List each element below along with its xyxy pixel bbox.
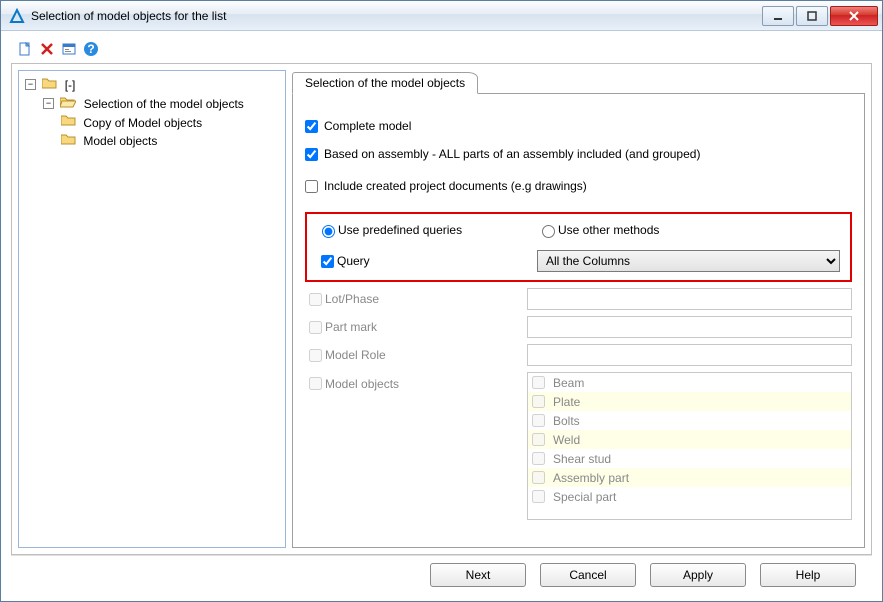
row-lot-phase: Lot/Phase: [305, 288, 852, 310]
next-button[interactable]: Next: [430, 563, 526, 587]
toolbar: ?: [11, 39, 872, 63]
radio-use-predefined[interactable]: [322, 225, 335, 238]
checkbox-lot-phase: [309, 293, 322, 306]
row-include-docs: Include created project documents (e.g d…: [305, 172, 852, 200]
svg-text:?: ?: [87, 42, 94, 56]
help-icon[interactable]: ?: [83, 41, 99, 57]
properties-icon[interactable]: [61, 41, 77, 57]
help-button[interactable]: Help: [760, 563, 856, 587]
dialog-window: Selection of model objects for the list …: [0, 0, 883, 602]
label-lot-phase: Lot/Phase: [325, 292, 379, 306]
content-panel: Selection of the model objects Complete …: [292, 70, 865, 548]
tab-body: Complete model Based on assembly - ALL p…: [292, 94, 865, 548]
list-item-check: [532, 471, 545, 484]
folder-closed-icon: [61, 132, 76, 150]
radio-use-other[interactable]: [542, 225, 555, 238]
list-item-check: [532, 395, 545, 408]
list-item-check: [532, 490, 545, 503]
window-title: Selection of model objects for the list: [31, 9, 226, 23]
apply-button[interactable]: Apply: [650, 563, 746, 587]
checkbox-model-objects: [309, 377, 322, 390]
row-based-on-assembly: Based on assembly - ALL parts of an asse…: [305, 140, 852, 168]
tree-panel: − [-] − Sele: [18, 70, 286, 548]
tab-selection[interactable]: Selection of the model objects: [292, 72, 478, 94]
row-complete-model: Complete model: [305, 112, 852, 140]
list-item-check: [532, 452, 545, 465]
button-bar: Next Cancel Apply Help: [11, 555, 872, 593]
panels: − [-] − Sele: [11, 63, 872, 555]
tree: − [-] − Sele: [23, 75, 281, 150]
row-query: Query All the Columns: [317, 250, 840, 272]
minimize-button[interactable]: [762, 6, 794, 26]
list-item[interactable]: Special part: [528, 487, 851, 506]
collapse-icon[interactable]: −: [25, 79, 36, 90]
list-item-check: [532, 414, 545, 427]
list-item[interactable]: Assembly part: [528, 468, 851, 487]
checkbox-include-docs[interactable]: [305, 180, 318, 193]
list-item-check: [532, 433, 545, 446]
tree-root[interactable]: − [-] − Sele: [25, 75, 281, 150]
label-part-mark: Part mark: [325, 320, 377, 334]
delete-icon[interactable]: [39, 41, 55, 57]
app-icon: [9, 8, 25, 24]
label-model-role: Model Role: [325, 348, 386, 362]
label-include-docs: Include created project documents (e.g d…: [324, 179, 587, 193]
folder-closed-icon: [42, 76, 57, 94]
client-area: ? − [-] −: [1, 31, 882, 601]
list-item[interactable]: Beam: [528, 373, 851, 392]
row-query-mode: Use predefined queries Use other methods: [317, 222, 840, 238]
folder-open-icon: [60, 95, 76, 113]
label-based-on-assembly: Based on assembly - ALL parts of an asse…: [324, 147, 804, 161]
titlebar: Selection of model objects for the list: [1, 1, 882, 31]
collapse-icon[interactable]: −: [43, 98, 54, 109]
input-part-mark: [527, 316, 852, 338]
maximize-button[interactable]: [796, 6, 828, 26]
combo-query[interactable]: All the Columns: [537, 250, 840, 272]
checkbox-part-mark: [309, 321, 322, 334]
tree-model-objects[interactable]: Model objects: [61, 131, 281, 150]
folder-closed-icon: [61, 113, 76, 131]
checkbox-based-on-assembly[interactable]: [305, 148, 318, 161]
row-model-role: Model Role: [305, 344, 852, 366]
label-use-predefined: Use predefined queries: [338, 223, 462, 237]
tree-copy-model-objects[interactable]: Copy of Model objects: [61, 113, 281, 132]
checkbox-complete-model[interactable]: [305, 120, 318, 133]
label-complete-model: Complete model: [324, 119, 411, 133]
cancel-button[interactable]: Cancel: [540, 563, 636, 587]
query-highlight: Use predefined queries Use other methods…: [305, 212, 852, 282]
checkbox-query[interactable]: [321, 255, 334, 268]
tree-selection-node[interactable]: − Selection of the model objects: [43, 94, 281, 150]
input-model-role: [527, 344, 852, 366]
row-model-objects: Model objects Beam Plate Bolts Weld Shea…: [305, 372, 852, 520]
input-lot-phase: [527, 288, 852, 310]
list-item[interactable]: Weld: [528, 430, 851, 449]
checkbox-model-role: [309, 349, 322, 362]
label-model-objects: Model objects: [325, 377, 399, 391]
label-query: Query: [337, 254, 370, 268]
list-item[interactable]: Bolts: [528, 411, 851, 430]
label-use-other: Use other methods: [558, 223, 659, 237]
listbox-model-objects[interactable]: Beam Plate Bolts Weld Shear stud Assembl…: [527, 372, 852, 520]
list-item[interactable]: Shear stud: [528, 449, 851, 468]
new-icon[interactable]: [17, 41, 33, 57]
list-item-check: [532, 376, 545, 389]
close-button[interactable]: [830, 6, 878, 26]
row-part-mark: Part mark: [305, 316, 852, 338]
list-item[interactable]: Plate: [528, 392, 851, 411]
tab-row: Selection of the model objects: [292, 70, 865, 94]
